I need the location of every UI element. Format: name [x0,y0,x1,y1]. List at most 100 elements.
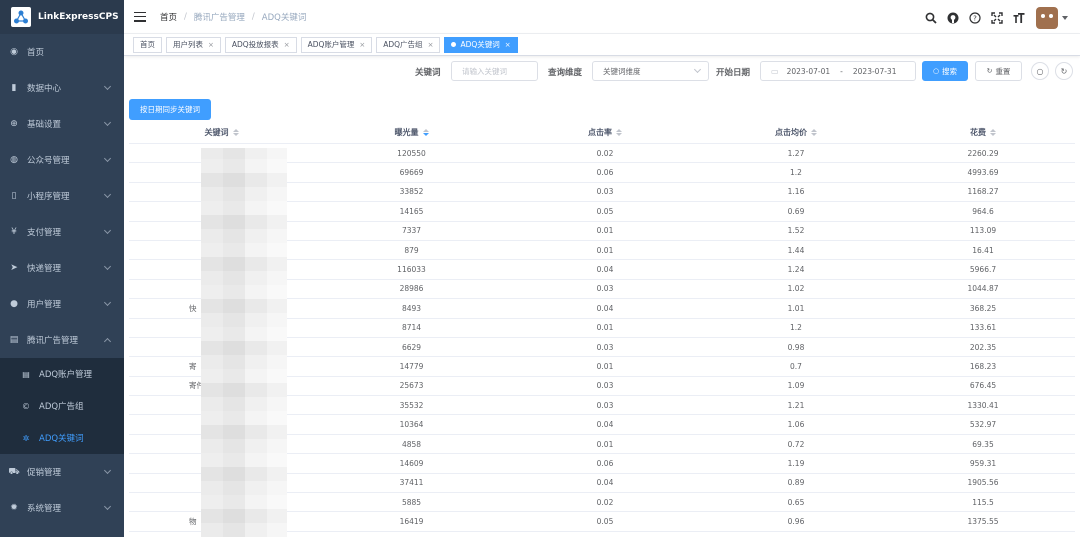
table-cell: 0.02 [596,148,614,158]
table-cell: 368.25 [969,303,997,313]
refresh-icon: ↻ [1060,66,1068,76]
table-cell: 202.35 [969,342,997,352]
column-header[interactable]: 关键词 [129,122,314,143]
sync-keywords-button[interactable]: 按日期同步关键词 [129,99,211,120]
table-cell: 5885 [401,497,422,507]
table-cell: 6629 [401,342,422,352]
column-header[interactable]: 点击率 [509,122,701,143]
tag-item[interactable]: 首页 [133,36,162,53]
sort-icon[interactable] [422,129,429,136]
tag-item[interactable]: ADQ广告组 × [376,36,441,53]
chevron-down-icon [693,65,702,74]
sidebar-item-document[interactable]: ▤ 腾讯广告管理 [0,322,124,358]
hamburger-icon[interactable] [134,11,146,22]
table-cell: 1.24 [787,265,805,275]
column-header[interactable]: 点击均价 [701,122,891,143]
sidebar-item-chart[interactable]: ▮ 数据中心 [0,70,124,106]
sidebar-item-cart[interactable]: ⛟ 促销管理 [0,454,124,490]
avatar[interactable] [1036,7,1058,29]
logo[interactable]: LinkExpressCPS [0,0,124,34]
sort-icon[interactable] [811,129,817,136]
fullscreen-icon[interactable] [990,11,1004,25]
sort-icon[interactable] [232,129,239,136]
table-cell: 0.01 [596,361,614,371]
tag-item[interactable]: ADQ关键词 × [444,36,518,53]
tag-item[interactable]: ADQ账户管理 × [300,36,373,53]
sidebar-item-settings[interactable]: ⊕ 基础设置 [0,106,124,142]
column-header[interactable]: 曝光量 [314,122,509,143]
close-icon[interactable]: × [208,41,214,49]
table-header: 关键词 曝光量 点击率 点击均价 花费 [129,122,1075,144]
table-cell: 69669 [399,168,424,178]
table-cell: 69.35 [972,439,994,449]
breadcrumb-section[interactable]: 腾讯广告管理 [194,11,245,23]
tag-item[interactable]: ADQ投放报表 × [224,36,297,53]
close-icon[interactable]: × [359,41,365,49]
sidebar: LinkExpressCPS ◉ 首页 ▮ 数据中心 ⊕ 基础设置 ◍ 公众号管理 ▯ 小程序管理… [0,0,124,537]
tag-label: ADQ账户管理 [307,40,355,49]
sort-icon[interactable] [616,129,622,136]
sidebar-subitem[interactable]: ▤ ADQ账户管理 [0,358,124,390]
breadcrumb-home[interactable]: 首页 [160,11,177,23]
close-icon[interactable]: × [505,41,511,49]
sidebar-item-label: 支付管理 [27,228,62,238]
active-dot [451,42,457,47]
tag-label: ADQ投放报表 [231,40,279,49]
table-cell: 16.41 [972,245,994,255]
toggle-search-button[interactable]: ○ [1031,62,1049,80]
table-cell: 35532 [399,400,424,410]
date-label: 开始日期 [716,68,751,78]
app-name: LinkExpressCPS [38,12,119,22]
refresh-button[interactable]: ↻ [1055,62,1073,80]
sidebar-item-yen[interactable]: ¥ 支付管理 [0,214,124,250]
dimension-select[interactable]: 关键词维度 [592,61,709,81]
sidebar-item-label: 促销管理 [27,468,62,478]
date-start: 2023-07-01 [786,66,831,76]
table-cell: 113.09 [969,226,997,236]
sidebar-item-label: 数据中心 [27,84,62,94]
table-cell: 532.97 [969,420,997,430]
table-cell: 1.19 [787,458,805,468]
send-icon: ➤ [10,263,18,273]
column-header[interactable]: 花费 [891,122,1075,143]
sidebar-item-user[interactable]: ● 用户管理 [0,286,124,322]
search-icon: ○ [932,67,940,75]
close-icon[interactable]: × [428,41,434,49]
table-cell: 1.16 [787,187,805,197]
search-icon[interactable] [924,11,938,25]
table-cell: 0.02 [596,497,614,507]
github-icon[interactable] [946,11,960,25]
tag-item[interactable]: 用户列表 × [166,36,221,53]
sidebar-item-wechat[interactable]: ◍ 公众号管理 [0,142,124,178]
sidebar-item-send[interactable]: ➤ 快递管理 [0,250,124,286]
font-size-icon[interactable] [1012,11,1026,25]
sidebar-subitem[interactable]: ✲ ADQ关键词 [0,422,124,454]
question-icon[interactable]: ? [968,11,982,25]
sidebar-item-dashboard[interactable]: ◉ 首页 [0,34,124,70]
table-cell: 0.01 [596,323,614,333]
sidebar-item-label: 快递管理 [27,264,62,274]
search-button-label: 搜索 [942,66,958,76]
close-icon[interactable]: × [284,41,290,49]
sidebar-subitem-label: ADQ关键词 [39,434,84,444]
chevron-down-icon[interactable] [1062,16,1068,20]
keyword-input[interactable]: 请输入关键词 [451,61,538,81]
sidebar-item-gear[interactable]: ✹ 系统管理 [0,490,124,526]
sidebar-item-mobile[interactable]: ▯ 小程序管理 [0,178,124,214]
date-range-picker[interactable]: ▭ 2023-07-01 - 2023-07-31 [760,61,916,81]
menu-icon: © [22,401,30,411]
table-cell: 0.65 [787,497,805,507]
chevron-down-icon [103,190,112,199]
sidebar-item-label: 小程序管理 [27,192,70,202]
table-cell: 1044.87 [967,284,999,294]
sidebar-item-label: 首页 [27,48,45,58]
table-cell: 14609 [399,458,424,468]
column-header-label: 曝光量 [394,128,419,137]
table-cell: 0.05 [596,517,614,527]
reset-button[interactable]: ↻ 重置 [975,61,1022,81]
sidebar-subitem[interactable]: © ADQ广告组 [0,390,124,422]
menu-icon: ✲ [22,433,30,443]
sort-icon[interactable] [990,129,996,136]
table-cell: 1.06 [787,420,805,430]
search-button[interactable]: ○ 搜索 [922,61,968,81]
